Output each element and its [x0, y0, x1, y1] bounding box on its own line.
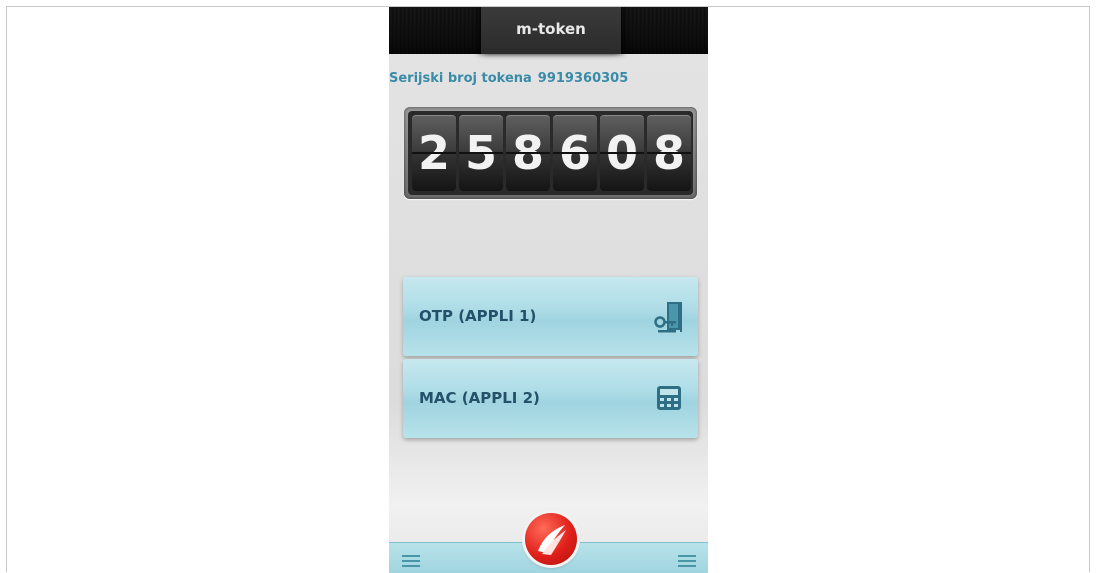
- mac-button[interactable]: MAC (APPLI 2): [403, 359, 698, 438]
- menu-icon[interactable]: [402, 555, 420, 569]
- serial-number: Serijski broj tokena 9919360305: [389, 71, 628, 86]
- token-digit: 2: [412, 115, 456, 191]
- token-digit: 0: [600, 115, 644, 191]
- app-screen: m-token Serijski broj tokena 9919360305 2…: [389, 7, 708, 573]
- calculator-icon: [657, 386, 681, 410]
- title-tab: m-token: [481, 7, 621, 54]
- menu-icon[interactable]: [678, 555, 696, 569]
- app-header: m-token: [389, 7, 708, 54]
- bank-logo-icon[interactable]: [525, 513, 577, 565]
- token-digit: 6: [553, 115, 597, 191]
- app-title: m-token: [516, 20, 586, 38]
- token-digit: 8: [647, 115, 691, 191]
- token-digit: 5: [459, 115, 503, 191]
- otp-button[interactable]: OTP (APPLI 1): [403, 277, 698, 356]
- token-digit: 8: [506, 115, 550, 191]
- mac-button-label: MAC (APPLI 2): [419, 389, 540, 407]
- otp-button-label: OTP (APPLI 1): [419, 307, 537, 325]
- token-display-inner: 2 5 8 6 0 8: [408, 111, 693, 195]
- bank-logo-mark: [538, 525, 566, 555]
- serial-label: Serijski broj tokena: [389, 71, 532, 86]
- door-key-icon: [654, 302, 682, 333]
- token-display: 2 5 8 6 0 8: [404, 107, 697, 199]
- serial-value: 9919360305: [537, 71, 629, 86]
